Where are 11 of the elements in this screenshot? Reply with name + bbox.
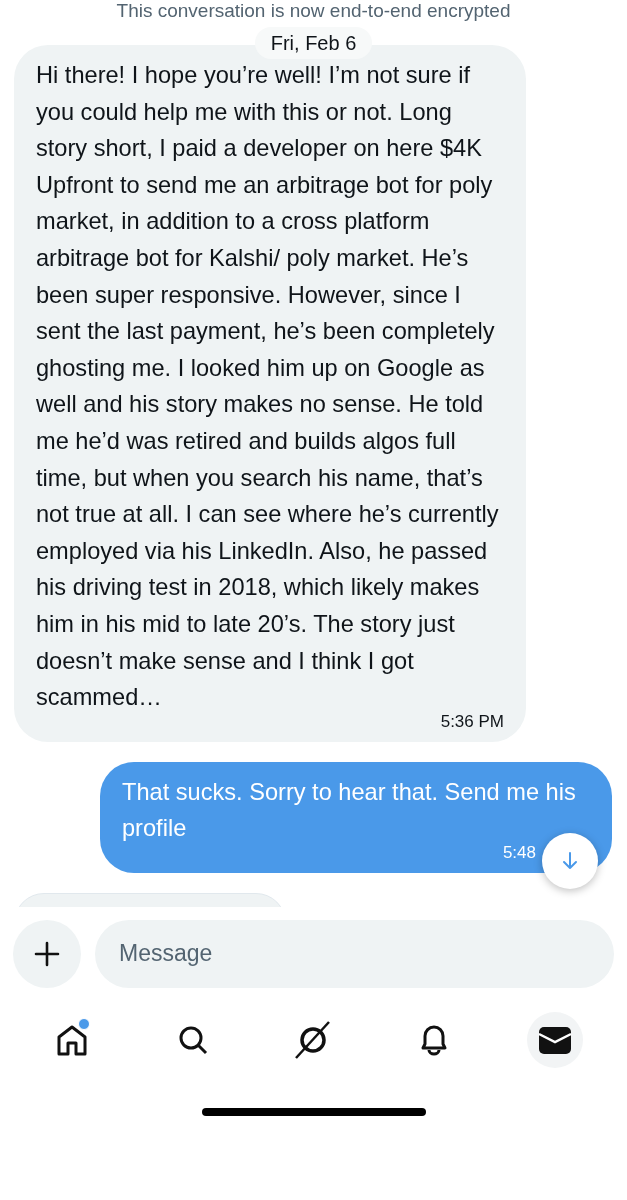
arrow-down-icon [561, 850, 579, 871]
scroll-down-button[interactable] [542, 832, 598, 889]
message-text: Hi there! I hope you’re well! I’m not sure if you could help me with this or not. Long story short, I paid a developer on here $4K Upfront to send me an arbitrage bot for poly market, in addition to a cross platform arbitrage bot for Kalshi/ poly market. He’s been super responsive. However, since I sent the last payment, he’s been completely ghosting me. I looked him up on Google as well and his story makes no sense. He told me he’d was retired and builds algos full time, but when you search his name, that’s not true at all. I can see where he’s currently employed via his LinkedIn. Also, he passed his driving test in 2018, which likely makes him in his mid to late 20’s. The story just doesn’t make sense and I think I got scammed… [36, 61, 500, 713]
notification-dot [78, 1017, 91, 1030]
encryption-notice: This conversation is now end-to-end encrypted [116, 0, 511, 22]
date-label: Fri, Feb 6 [254, 27, 373, 59]
message-time: 5:36 PM [440, 711, 504, 732]
message-time: 5:48 [502, 842, 536, 863]
plus-icon [34, 940, 60, 967]
message-text: That sucks. Sorry to hear that. Send me his profile [122, 777, 577, 844]
message-field[interactable]: Message [95, 919, 614, 988]
